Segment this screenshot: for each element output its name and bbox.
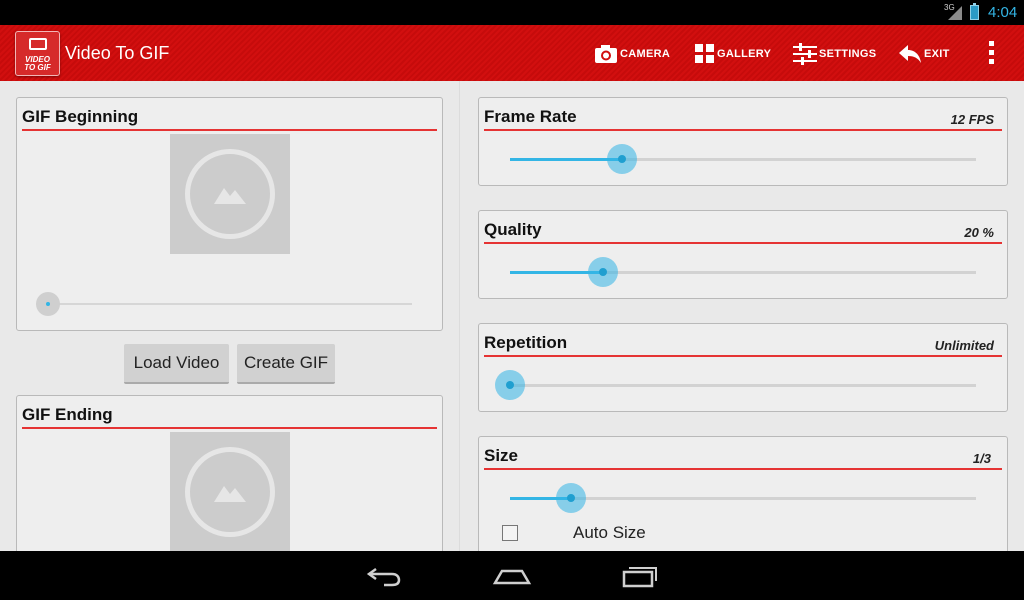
system-nav-bar (0, 551, 1024, 600)
logo-text: VIDEO TO GIF (16, 56, 59, 72)
status-bar: 3G 4:04 (0, 0, 1024, 25)
gallery-action[interactable]: GALLERY (695, 42, 771, 66)
size-title: Size (484, 446, 519, 465)
camera-action-label: CAMERA (620, 48, 671, 60)
reply-arrow-icon (899, 45, 921, 63)
quality-card: Quality 20 % (478, 210, 1008, 299)
recents-icon[interactable] (620, 563, 660, 589)
title-underline (484, 355, 1002, 357)
size-value: 1/3 (972, 451, 991, 466)
gallery-action-label: GALLERY (717, 48, 772, 60)
app-title: Video To GIF (65, 43, 170, 63)
settings-action[interactable]: SETTINGS (793, 42, 876, 66)
frame-rate-title: Frame Rate (484, 107, 577, 126)
exit-action[interactable]: EXIT (898, 42, 950, 66)
frame-rate-slider-fill (510, 158, 622, 161)
size-slider-thumb[interactable] (556, 483, 586, 513)
gif-ending-card: GIF Ending (16, 395, 443, 551)
frame-rate-value: 12 FPS (950, 112, 994, 127)
repetition-slider[interactable] (510, 384, 976, 387)
title-underline (484, 129, 1002, 131)
quality-title: Quality (484, 220, 542, 239)
quality-value: 20 % (964, 225, 994, 240)
grid-icon (695, 44, 714, 63)
gif-beginning-title: GIF Beginning (22, 107, 139, 126)
content-area: GIF Beginning Load Video Create GIF GIF … (0, 81, 1024, 551)
signal-icon (948, 6, 962, 20)
action-bar: VIDEO TO GIF Video To GIF CAMERA GALLERY (0, 25, 1024, 81)
beginning-seek-handle[interactable] (36, 292, 60, 316)
battery-icon (970, 3, 979, 20)
app-logo[interactable]: VIDEO TO GIF (15, 31, 60, 76)
title-underline (484, 468, 1002, 470)
repetition-value: Unlimited (934, 338, 994, 353)
logo-text-line-2: TO GIF (24, 63, 51, 72)
load-video-button[interactable]: Load Video (124, 344, 229, 384)
back-icon[interactable] (364, 563, 404, 589)
frame-rate-card: Frame Rate 12 FPS (478, 97, 1008, 186)
size-card: Size 1/3 Auto Size (478, 436, 1008, 551)
title-underline (484, 242, 1002, 244)
quality-slider[interactable] (510, 271, 976, 274)
frame-rate-slider-thumb[interactable] (607, 144, 637, 174)
repetition-title: Repetition (484, 333, 568, 352)
repetition-card: Repetition Unlimited (478, 323, 1008, 412)
title-underline (22, 129, 437, 131)
mountain-icon (214, 486, 246, 502)
camera-icon (595, 45, 617, 63)
mountain-icon (214, 188, 246, 204)
beginning-seek-track[interactable] (37, 303, 412, 305)
title-underline (22, 427, 437, 429)
overflow-menu-icon[interactable] (988, 41, 996, 67)
column-divider (459, 81, 460, 551)
status-clock: 4:04 (988, 4, 1018, 21)
settings-action-label: SETTINGS (819, 48, 877, 60)
sliders-icon (793, 43, 817, 65)
camera-action[interactable]: CAMERA (594, 42, 670, 66)
quality-slider-thumb[interactable] (588, 257, 618, 287)
home-icon[interactable] (492, 563, 532, 589)
create-gif-button[interactable]: Create GIF (237, 344, 335, 384)
frame-rate-slider[interactable] (510, 158, 976, 161)
beginning-frame-placeholder (170, 134, 290, 254)
auto-size-checkbox[interactable] (502, 525, 518, 541)
gif-ending-title: GIF Ending (22, 405, 113, 424)
auto-size-label: Auto Size (573, 523, 646, 542)
exit-action-label: EXIT (924, 48, 950, 60)
gif-beginning-card: GIF Beginning (16, 97, 443, 331)
logo-video-icon (29, 38, 47, 50)
ending-frame-placeholder (170, 432, 290, 551)
repetition-slider-thumb[interactable] (495, 370, 525, 400)
